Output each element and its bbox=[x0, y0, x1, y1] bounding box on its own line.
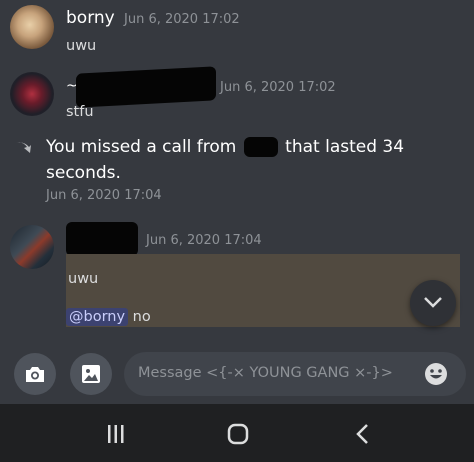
system-nav-bar bbox=[0, 404, 474, 462]
image-icon bbox=[82, 365, 100, 383]
redacted-name bbox=[243, 137, 278, 157]
avatar[interactable] bbox=[10, 5, 54, 49]
message-username[interactable]: borny bbox=[66, 8, 115, 28]
avatar[interactable] bbox=[10, 225, 54, 269]
message-placeholder: Message <{-× YOUNG GANG ×-}> bbox=[138, 365, 393, 381]
message-input[interactable]: Message <{-× YOUNG GANG ×-}> bbox=[124, 352, 466, 396]
camera-icon bbox=[26, 367, 44, 382]
home-icon[interactable] bbox=[227, 423, 249, 445]
message-timestamp: Jun 6, 2020 17:04 bbox=[146, 233, 262, 248]
emoji-icon[interactable] bbox=[424, 362, 448, 386]
message-text: uwu bbox=[66, 38, 97, 54]
user-mention[interactable]: @borny bbox=[66, 308, 129, 326]
back-icon[interactable] bbox=[355, 423, 369, 445]
scroll-down-button[interactable] bbox=[410, 280, 456, 326]
redacted-username bbox=[76, 66, 216, 108]
avatar[interactable] bbox=[10, 72, 54, 116]
redacted-username bbox=[66, 222, 138, 256]
quoted-text: uwu bbox=[68, 271, 99, 287]
missed-call-suffix: that lasted 34 bbox=[285, 137, 405, 157]
camera-button[interactable] bbox=[14, 353, 56, 395]
recents-icon[interactable] bbox=[107, 424, 125, 444]
message-text: stfu bbox=[66, 104, 94, 120]
missed-call-line2: seconds. bbox=[46, 163, 121, 183]
chevron-down-icon bbox=[424, 297, 442, 308]
missed-call-text: You missed a call from that lasted 34 se… bbox=[46, 134, 446, 186]
missed-call-prefix: You missed a call from bbox=[46, 137, 237, 157]
call-timestamp: Jun 6, 2020 17:04 bbox=[46, 188, 162, 203]
reply-text: no bbox=[132, 309, 151, 325]
message-timestamp: Jun 6, 2020 17:02 bbox=[124, 12, 240, 27]
missed-call-icon bbox=[12, 138, 34, 160]
image-button[interactable] bbox=[70, 353, 112, 395]
message-timestamp: Jun 6, 2020 17:02 bbox=[220, 80, 336, 95]
